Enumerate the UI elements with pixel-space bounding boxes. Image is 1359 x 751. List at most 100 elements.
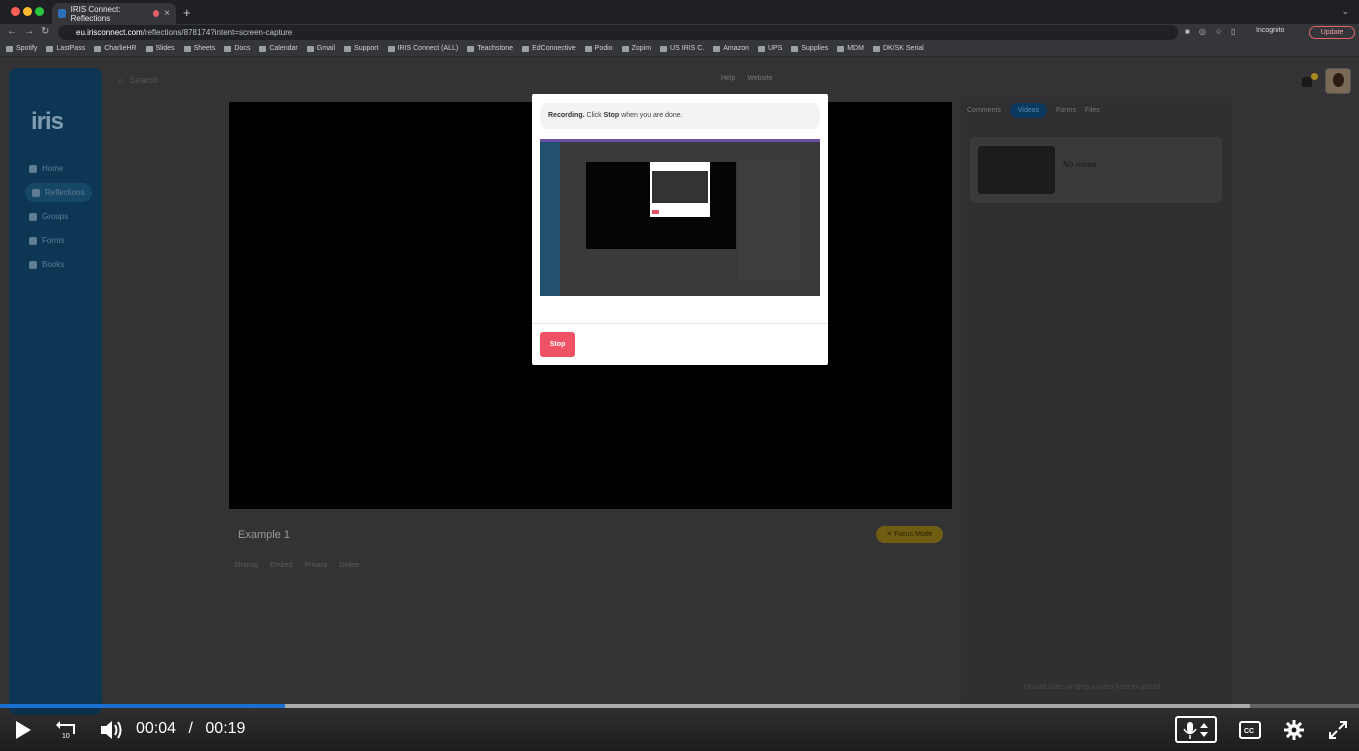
current-time: 00:04 — [136, 720, 177, 737]
recording-stop-word: Stop — [603, 112, 620, 119]
sidebar: iris Home Reflections Groups Forms Books — [9, 68, 102, 715]
modal-divider — [532, 323, 828, 324]
bookmark-item[interactable]: Teachstone — [467, 45, 513, 52]
side-panel-icon[interactable]: ▯ — [1231, 27, 1235, 36]
bookmark-label: DK/SK Serial — [882, 45, 924, 52]
bookmark-item[interactable]: Spotify — [6, 45, 37, 52]
video-card[interactable]: No name — [970, 137, 1222, 203]
tracking-icon[interactable]: ◎ — [1199, 27, 1206, 36]
avatar[interactable] — [1325, 68, 1351, 94]
bookmark-item[interactable]: DK/SK Serial — [872, 45, 924, 52]
bookmark-item[interactable]: Docs — [224, 45, 250, 52]
bookmark-item[interactable]: Slides — [145, 45, 175, 52]
bookmark-item[interactable]: US IRIS C. — [660, 45, 704, 52]
bookmark-item[interactable]: CharlieHR — [94, 45, 137, 52]
tab-sharing[interactable]: Sharing — [234, 562, 258, 569]
bookmark-folder-icon — [259, 45, 267, 52]
url-host: eu.irisconnect.com — [76, 28, 143, 37]
website-link[interactable]: Website — [747, 75, 772, 82]
bookmark-item[interactable]: IRIS Connect (ALL) — [387, 45, 458, 52]
browser-tab[interactable]: IRIS Connect: Reflections × — [52, 3, 176, 24]
reload-icon[interactable]: ↻ — [41, 26, 49, 37]
bookmarks-bar: Spotify LastPass CharlieHR Slides Sheets Docs… — [0, 41, 1359, 57]
nav-item-reflections[interactable]: Reflections — [25, 183, 92, 202]
tab-videos[interactable]: Videos — [1009, 103, 1048, 118]
tab-files[interactable]: Files — [1085, 107, 1100, 114]
audio-track-selector[interactable] — [1175, 716, 1217, 743]
screen-capture-preview — [540, 139, 820, 296]
bookmark-item[interactable]: UPS — [757, 45, 782, 52]
stop-button[interactable]: Stop — [540, 332, 575, 357]
nav-label: Books — [42, 260, 65, 269]
tab-embed[interactable]: Embed — [270, 562, 292, 569]
upload-hint[interactable]: Upload video or drop a video here to upl… — [1024, 684, 1160, 691]
search-input[interactable]: Search — [130, 75, 159, 85]
recording-indicator-icon — [153, 10, 160, 17]
play-icon[interactable] — [14, 720, 32, 740]
time-display: 00:04 / 00:19 — [136, 720, 245, 738]
bookmark-item[interactable]: EdConnective — [522, 45, 576, 52]
bookmark-star-icon[interactable]: ☆ — [1215, 27, 1222, 36]
progress-bar[interactable] — [0, 704, 1359, 708]
close-window-dot[interactable] — [11, 7, 20, 16]
video-thumbnail[interactable] — [978, 146, 1055, 194]
bookmark-folder-icon — [94, 45, 102, 52]
tab-list-chevron-icon[interactable]: ⌄ — [1341, 6, 1349, 17]
settings-gear-icon[interactable] — [1284, 720, 1304, 740]
bookmark-item[interactable]: Calendar — [259, 45, 298, 52]
bookmark-item[interactable]: Amazon — [713, 45, 749, 52]
bookmark-label: Sheets — [193, 45, 216, 52]
bookmark-item[interactable]: Zopim — [621, 45, 652, 52]
rewind-10-icon[interactable]: 10 — [56, 719, 78, 741]
iris-logo: iris — [31, 108, 64, 135]
bookmark-label: Podio — [594, 45, 613, 52]
bookmark-label: Zopim — [631, 45, 652, 52]
microphone-icon — [1183, 722, 1208, 739]
bookmark-item[interactable]: Podio — [584, 45, 613, 52]
tab-delete[interactable]: Delete — [339, 562, 359, 569]
bookmark-item[interactable]: Sheets — [183, 45, 216, 52]
recording-banner: Recording. Click Stop when you are done. — [540, 103, 820, 129]
bookmark-folder-icon — [46, 45, 54, 52]
help-link[interactable]: Help — [721, 75, 735, 82]
bookmark-item[interactable]: LastPass — [46, 45, 85, 52]
fullscreen-icon[interactable] — [1329, 721, 1347, 739]
forward-icon[interactable]: → — [24, 26, 34, 37]
svg-text:CC: CC — [1244, 728, 1254, 735]
back-icon[interactable]: ← — [7, 26, 17, 37]
nav-item-forms[interactable]: Forms — [29, 236, 65, 245]
captions-icon[interactable]: CC — [1239, 721, 1261, 739]
video-frame: IRIS Connect: Reflections × + ⌄ ← → ↻ eu… — [0, 0, 1359, 751]
incognito-label[interactable]: Incognito — [1256, 27, 1284, 34]
bookmark-item[interactable]: MDM — [837, 45, 864, 52]
bookmark-folder-icon — [621, 45, 629, 52]
search-icon: ⌕ — [118, 75, 124, 85]
recording-bold: Recording. — [548, 112, 585, 119]
update-button[interactable]: Update — [1309, 26, 1355, 39]
iris-favicon-icon — [58, 9, 66, 18]
bookmark-label: Gmail — [316, 45, 336, 52]
tab-privacy[interactable]: Privacy — [304, 562, 327, 569]
time-separator: / — [188, 720, 193, 737]
tab-forms[interactable]: Forms — [1056, 107, 1076, 114]
address-bar[interactable]: eu.irisconnect.com/reflections/878174?in… — [58, 25, 1178, 40]
bookmark-item[interactable]: Support — [344, 45, 379, 52]
nav-item-books[interactable]: Books — [29, 260, 64, 269]
bookmark-item[interactable]: Supplies — [791, 45, 828, 52]
minimize-window-dot[interactable] — [23, 7, 32, 16]
close-tab-icon[interactable]: × — [164, 8, 170, 19]
notifications-bell-icon[interactable] — [1302, 77, 1312, 87]
nav-item-groups[interactable]: Groups — [29, 212, 68, 221]
focus-mode-button[interactable]: ✕ Focus Mode — [876, 526, 943, 543]
search-bar[interactable]: ⌕ Search — [118, 75, 158, 86]
new-tab-icon[interactable]: + — [183, 5, 191, 20]
camera-icon[interactable]: ■ — [1185, 27, 1190, 36]
tab-comments[interactable]: Comments — [967, 107, 1001, 114]
bookmark-folder-icon — [584, 45, 592, 52]
bookmark-item[interactable]: Gmail — [306, 45, 336, 52]
volume-icon[interactable] — [99, 719, 123, 741]
bookmark-label: Supplies — [801, 45, 829, 52]
nav-item-home[interactable]: Home — [29, 164, 63, 173]
maximize-window-dot[interactable] — [35, 7, 44, 16]
video-tabs: Sharing Embed Privacy Delete — [234, 562, 360, 569]
